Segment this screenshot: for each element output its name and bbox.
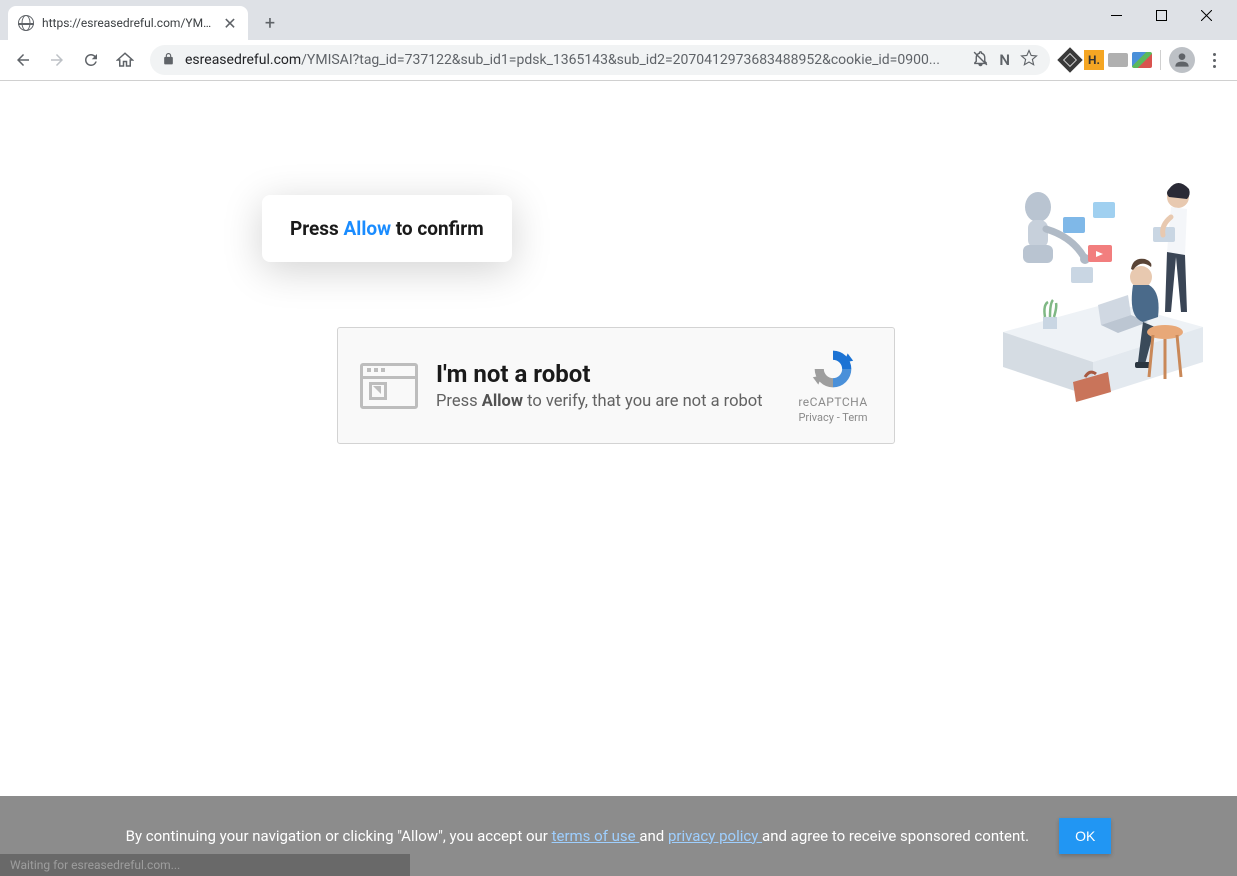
toolbar-separator: [1160, 50, 1161, 70]
window-frame-icon: [360, 363, 418, 409]
tab-close-icon[interactable]: ✕: [222, 15, 238, 31]
reload-button[interactable]: [76, 45, 106, 75]
lock-icon: [162, 52, 175, 69]
minimize-button[interactable]: [1094, 0, 1139, 30]
recaptcha-logo-icon: [811, 347, 855, 391]
globe-icon: [18, 15, 34, 31]
address-bar[interactable]: esreasedreful.com/YMISAI?tag_id=737122&s…: [150, 45, 1050, 75]
captcha-title: I'm not a robot: [436, 360, 794, 388]
url-text: esreasedreful.com/YMISAI?tag_id=737122&s…: [185, 52, 962, 68]
page-content: Press Allow to confirm I'm not a robot P…: [0, 81, 1237, 876]
allow-bubble: Press Allow to confirm: [262, 195, 512, 262]
recaptcha-links: Privacy - Term: [798, 411, 867, 424]
browser-chrome: https://esreasedreful.com/YMISA ✕ + esre…: [0, 0, 1237, 81]
forward-button[interactable]: [42, 45, 72, 75]
menu-button[interactable]: [1199, 53, 1229, 68]
browser-tab[interactable]: https://esreasedreful.com/YMISA ✕: [8, 6, 248, 40]
status-bar: Waiting for esreasedreful.com...: [0, 854, 410, 876]
allow-word: Allow: [344, 217, 392, 240]
extension-letter[interactable]: N: [999, 51, 1010, 69]
back-button[interactable]: [8, 45, 38, 75]
privacy-link[interactable]: privacy policy: [668, 827, 762, 845]
window-controls: [1094, 0, 1229, 30]
maximize-button[interactable]: [1139, 0, 1184, 30]
cookie-text: By continuing your navigation or clickin…: [126, 825, 1030, 848]
extension-gray-icon[interactable]: [1108, 50, 1128, 70]
notification-off-icon[interactable]: [972, 50, 989, 71]
captcha-box[interactable]: I'm not a robot Press Allow to verify, t…: [337, 327, 895, 444]
allow-prefix: Press: [290, 217, 344, 240]
extension-photo-icon[interactable]: [1132, 50, 1152, 70]
extension-orange-icon[interactable]: H.: [1084, 50, 1104, 70]
home-button[interactable]: [110, 45, 140, 75]
recaptcha-badge: reCAPTCHA Privacy - Term: [794, 347, 872, 424]
captcha-subtitle: Press Allow to verify, that you are not …: [436, 392, 794, 411]
tab-bar: https://esreasedreful.com/YMISA ✕ +: [0, 0, 1237, 40]
tab-title: https://esreasedreful.com/YMISA: [42, 16, 214, 30]
cookie-ok-button[interactable]: OK: [1059, 818, 1111, 854]
toolbar: esreasedreful.com/YMISAI?tag_id=737122&s…: [0, 40, 1237, 81]
close-button[interactable]: [1184, 0, 1229, 30]
illustration: [993, 167, 1213, 427]
allow-suffix: to confirm: [391, 217, 484, 240]
recaptcha-label: reCAPTCHA: [798, 395, 867, 409]
star-icon[interactable]: [1020, 49, 1038, 71]
profile-icon[interactable]: [1169, 47, 1195, 73]
captcha-text: I'm not a robot Press Allow to verify, t…: [436, 360, 794, 411]
new-tab-button[interactable]: +: [256, 9, 284, 37]
terms-link[interactable]: terms of use: [552, 827, 640, 845]
extension-diamond-icon[interactable]: [1060, 50, 1080, 70]
